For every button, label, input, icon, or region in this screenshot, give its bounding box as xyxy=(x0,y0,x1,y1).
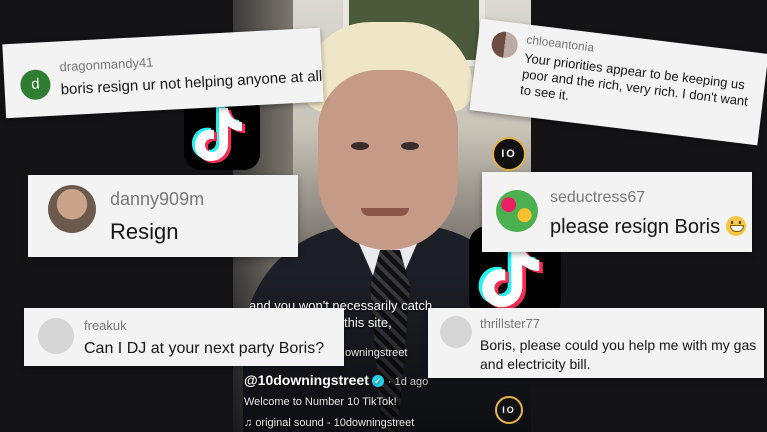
comment-text: please resign Boris xyxy=(550,216,721,238)
sound-label: original sound - 10downingstreet xyxy=(255,417,415,429)
face xyxy=(318,70,458,250)
avatar[interactable] xyxy=(38,318,74,354)
comment-text: Resign xyxy=(110,219,179,244)
comment-card[interactable]: freakuk Can I DJ at your next party Bori… xyxy=(24,308,344,366)
left-eye xyxy=(351,142,369,150)
number-10-badge-small: IO xyxy=(495,396,523,424)
comment-username[interactable]: seductress67 xyxy=(550,189,645,207)
video-subtitle-line2: this site, xyxy=(344,315,392,330)
avatar[interactable] xyxy=(48,185,96,233)
comment-username[interactable]: thrillster77 xyxy=(480,316,540,331)
comment-text: Your priorities appear to be keeping us … xyxy=(519,50,749,109)
avatar[interactable] xyxy=(490,30,520,60)
comment-username[interactable]: danny909m xyxy=(110,189,204,210)
right-eye xyxy=(401,142,419,150)
verified-check-icon: ✓ xyxy=(371,375,384,388)
time-ago: · 1d ago xyxy=(387,376,429,388)
grinning-face-emoji xyxy=(725,216,746,236)
comment-card[interactable]: thrillster77 Boris, please could you hel… xyxy=(428,308,764,378)
cropped-handle: owningstreet xyxy=(345,347,408,359)
music-note-icon: ♫ xyxy=(244,417,253,429)
avatar[interactable] xyxy=(496,190,538,232)
comment-username[interactable]: dragonmandy41 xyxy=(59,54,154,74)
comment-text-row: please resign Boris xyxy=(550,216,746,239)
avatar[interactable] xyxy=(440,316,472,348)
mouth xyxy=(361,208,409,216)
sound-row[interactable]: ♫ original sound - 10downingstreet xyxy=(244,417,414,429)
handle-text[interactable]: @10downingstreet xyxy=(244,372,369,388)
comment-username[interactable]: freakuk xyxy=(84,318,127,333)
video-description: Welcome to Number 10 TikTok! xyxy=(244,396,397,408)
number-10-badge: IO xyxy=(492,137,526,171)
account-handle[interactable]: @10downingstreet ✓ · 1d ago xyxy=(244,372,428,388)
comment-card[interactable]: danny909m Resign xyxy=(28,175,298,257)
comment-card[interactable]: seductress67 please resign Boris xyxy=(482,172,752,252)
avatar[interactable]: d xyxy=(19,68,52,101)
comment-text: Boris, please could you help me with my … xyxy=(480,337,757,372)
comment-text: Can I DJ at your next party Boris? xyxy=(84,340,325,357)
collage: and you won't necessarily catch this sit… xyxy=(0,0,767,432)
